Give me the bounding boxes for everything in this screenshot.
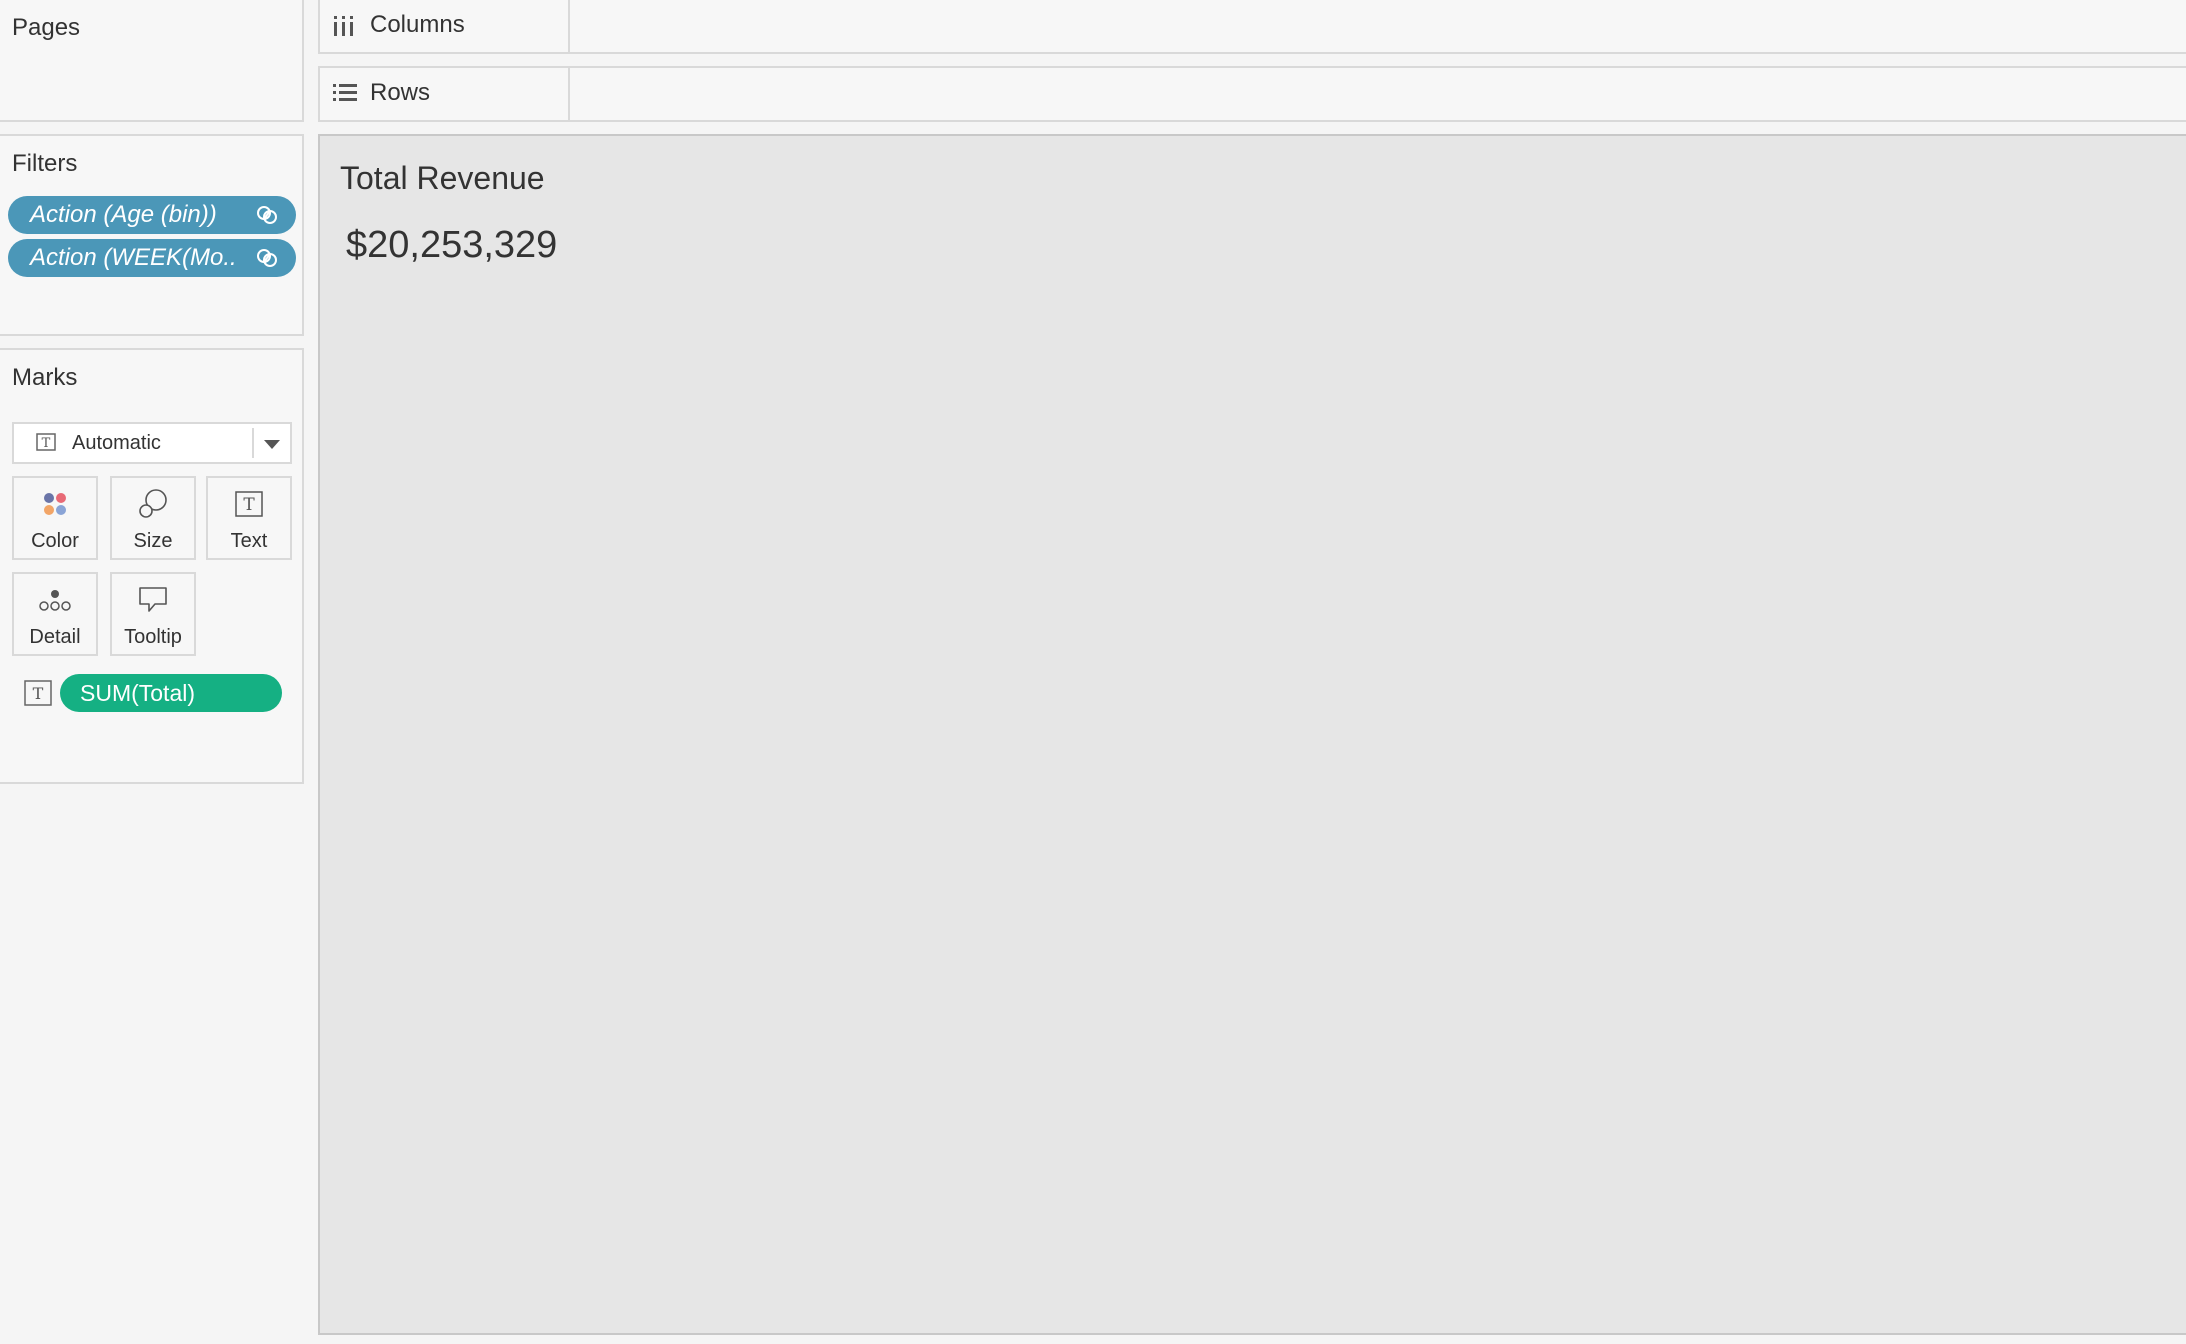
- filter-pill-label: Action (WEEK(Mo..: [30, 244, 237, 271]
- link-icon: [257, 206, 277, 224]
- mark-type-label: Automatic: [72, 432, 161, 454]
- columns-shelf[interactable]: Columns: [318, 0, 2186, 54]
- columns-icon: [334, 16, 353, 36]
- filter-pill-age-bin[interactable]: Action (Age (bin)): [8, 196, 296, 234]
- pages-card[interactable]: Pages: [0, 0, 304, 122]
- color-dots-icon: [44, 493, 66, 515]
- marks-title: Marks: [12, 364, 78, 391]
- viz-canvas[interactable]: Total Revenue $20,253,329: [318, 134, 2186, 1335]
- tooltip-button[interactable]: Tooltip: [110, 572, 196, 656]
- svg-text:T: T: [33, 684, 44, 703]
- filters-card[interactable]: Filters Action (Age (bin)) Action (WEEK(…: [0, 134, 304, 336]
- detail-button[interactable]: Detail: [12, 572, 98, 656]
- rows-shelf-label: Rows: [320, 68, 570, 120]
- tooltip-label: Tooltip: [124, 626, 182, 648]
- filter-pill-week[interactable]: Action (WEEK(Mo..: [8, 239, 296, 277]
- svg-text:T: T: [42, 436, 51, 451]
- rows-icon: [333, 84, 357, 101]
- marks-card[interactable]: Marks T Automatic Color Size T Text Deta…: [0, 348, 304, 784]
- columns-shelf-label: Columns: [320, 0, 570, 52]
- link-icon: [257, 249, 277, 267]
- sum-total-pill[interactable]: SUM(Total): [60, 674, 282, 712]
- detail-label: Detail: [29, 626, 81, 648]
- text-t-icon: T: [235, 491, 263, 517]
- filters-title: Filters: [12, 150, 78, 177]
- chevron-down-icon[interactable]: [264, 440, 280, 449]
- detail-dots-icon: [39, 590, 71, 611]
- color-button[interactable]: Color: [12, 476, 98, 560]
- size-button[interactable]: Size: [110, 476, 196, 560]
- rows-shelf[interactable]: Rows: [318, 66, 2186, 122]
- rows-label: Rows: [370, 79, 431, 106]
- text-button[interactable]: T Text: [206, 476, 292, 560]
- columns-label: Columns: [370, 11, 465, 38]
- viz-title: Total Revenue: [340, 160, 545, 196]
- text-t-icon[interactable]: T: [24, 680, 52, 706]
- total-revenue-value[interactable]: $20,253,329: [346, 224, 557, 267]
- text-label: Text: [230, 530, 268, 552]
- color-label: Color: [31, 530, 79, 552]
- filter-pill-label: Action (Age (bin)): [30, 201, 217, 228]
- tooltip-speech-icon: [139, 587, 167, 612]
- size-circles-icon: [139, 489, 167, 518]
- dropdown-divider: [252, 428, 254, 458]
- mark-type-dropdown[interactable]: T Automatic: [12, 422, 292, 464]
- text-t-icon: T: [36, 433, 56, 451]
- size-label: Size: [133, 530, 173, 552]
- svg-text:T: T: [243, 495, 255, 515]
- pages-title: Pages: [12, 14, 81, 41]
